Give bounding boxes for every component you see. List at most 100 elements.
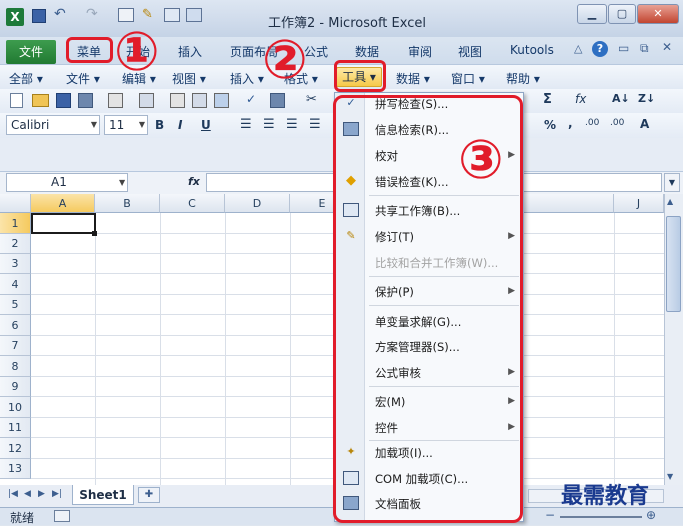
column-header-d[interactable]: D (225, 194, 290, 213)
row-header[interactable]: 5 (0, 295, 31, 315)
help-icon[interactable]: ? (592, 41, 608, 57)
insert-sheet-icon[interactable]: ✚ (138, 487, 160, 503)
spellcheck-icon[interactable]: ✓ (246, 92, 256, 106)
row-header[interactable]: 4 (0, 274, 31, 295)
tab-kutools[interactable]: Kutools (510, 43, 554, 57)
menu-help[interactable]: 帮助 ▾ (506, 70, 540, 87)
annotation-number-2: ② (262, 28, 308, 91)
decrease-decimal-icon[interactable]: .00 (610, 118, 624, 128)
print-icon-2[interactable] (170, 93, 185, 108)
permission-icon[interactable] (78, 93, 93, 108)
autosum-icon[interactable]: Σ (543, 92, 552, 107)
sort-asc-icon[interactable]: A↓ (612, 92, 630, 105)
bold-icon[interactable]: B (155, 118, 164, 132)
row-header[interactable]: 7 (0, 336, 31, 356)
minimize-button[interactable]: ▁ (577, 4, 607, 24)
annotation-box-tools-menu (334, 60, 386, 92)
row-header[interactable]: 13 (0, 459, 31, 479)
menu-file[interactable]: 文件 ▾ (66, 70, 100, 87)
last-sheet-icon[interactable]: ▶| (52, 489, 62, 499)
font-name-value: Calibri (11, 118, 50, 132)
scrollbar-thumb[interactable] (666, 216, 681, 312)
tab-insert[interactable]: 插入 (178, 43, 202, 60)
menu-insert[interactable]: 插入 ▾ (230, 70, 264, 87)
active-cell-a1[interactable] (31, 213, 96, 234)
align-center-icon[interactable]: ☰ (263, 117, 275, 132)
column-header-j[interactable]: J (614, 194, 664, 213)
font-size-increase-icon[interactable]: A (640, 117, 649, 131)
menu-view[interactable]: 视图 ▾ (172, 70, 206, 87)
annotation-number-3: ③ (458, 128, 504, 191)
save-icon[interactable] (56, 93, 71, 108)
name-box[interactable]: A1 ▼ (6, 173, 128, 192)
undo-icon[interactable]: ↶ (54, 6, 66, 22)
align-right-icon[interactable]: ☰ (286, 117, 298, 132)
tab-data[interactable]: 数据 (355, 43, 379, 60)
fx-icon[interactable]: fx (188, 175, 200, 188)
menu-window[interactable]: 窗口 ▾ (451, 70, 485, 87)
underline-icon[interactable]: U (201, 118, 211, 132)
next-sheet-icon[interactable]: ▶ (38, 489, 45, 499)
font-name-select[interactable]: Calibri ▼ (6, 115, 100, 135)
scroll-down-icon[interactable]: ▼ (667, 472, 673, 481)
menu-data[interactable]: 数据 ▾ (396, 70, 430, 87)
row-header[interactable]: 1 (0, 213, 31, 234)
percent-icon[interactable]: % (544, 118, 556, 132)
qat-icon-4[interactable] (186, 8, 202, 22)
qat-icon-3[interactable] (164, 8, 180, 22)
zoom-slider[interactable] (560, 516, 642, 518)
zoom-out-icon[interactable]: − (545, 508, 555, 522)
column-header-a[interactable]: A (31, 194, 95, 213)
first-sheet-icon[interactable]: |◀ (8, 489, 18, 499)
sheet-tab-sheet1[interactable]: Sheet1 (72, 485, 134, 505)
open-icon[interactable] (32, 94, 49, 107)
scroll-up-icon[interactable]: ▲ (667, 197, 673, 206)
row-header[interactable]: 3 (0, 254, 31, 274)
justify-icon[interactable]: ☰ (309, 117, 321, 132)
name-box-value: A1 (51, 175, 67, 189)
row-header[interactable]: 12 (0, 438, 31, 459)
prev-sheet-icon[interactable]: ◀ (24, 489, 31, 499)
function-icon[interactable]: fx (575, 92, 586, 106)
preview-icon-2[interactable] (192, 93, 207, 108)
tab-file[interactable]: 文件 (6, 40, 56, 64)
close-button[interactable]: ✕ (637, 4, 679, 24)
row-header[interactable]: 8 (0, 356, 31, 377)
print-icon[interactable] (108, 93, 123, 108)
redo-icon[interactable]: ↷ (86, 6, 98, 22)
doc-minimize-icon[interactable]: ▭ (618, 41, 629, 55)
doc-close-icon[interactable]: ✕ (662, 40, 672, 54)
research-icon[interactable] (214, 93, 229, 108)
cut-icon[interactable]: ✂ (306, 92, 317, 107)
italic-icon[interactable]: I (178, 118, 182, 132)
chevron-down-icon: ▼ (119, 178, 126, 187)
tab-review[interactable]: 审阅 (408, 43, 432, 60)
save-icon[interactable] (32, 9, 46, 23)
sort-desc-icon[interactable]: Z↓ (638, 92, 655, 105)
fill-handle[interactable] (92, 231, 97, 236)
macro-record-icon[interactable] (54, 510, 70, 522)
print-preview-icon[interactable] (139, 93, 154, 108)
tab-view[interactable]: 视图 (458, 43, 482, 60)
research-icon-2[interactable] (270, 93, 285, 108)
menu-all[interactable]: 全部 ▾ (9, 70, 43, 87)
doc-restore-icon[interactable]: ⧉ (640, 41, 649, 56)
row-header[interactable]: 10 (0, 397, 31, 418)
row-header[interactable]: 9 (0, 377, 31, 397)
column-header-c[interactable]: C (160, 194, 225, 213)
expand-formula-icon[interactable]: ▼ (664, 173, 680, 192)
font-size-select[interactable]: 11 ▼ (104, 115, 148, 135)
column-header-b[interactable]: B (95, 194, 160, 213)
annotation-box-menu-tab (66, 37, 113, 63)
collapse-ribbon-icon[interactable]: △ (574, 42, 582, 55)
maximize-button[interactable]: ▢ (608, 4, 636, 24)
increase-decimal-icon[interactable]: .00 (585, 118, 599, 128)
row-header[interactable]: 2 (0, 234, 31, 254)
row-header[interactable]: 11 (0, 418, 31, 438)
comma-icon[interactable]: , (568, 116, 573, 130)
new-icon[interactable] (10, 93, 23, 108)
select-all-corner[interactable] (0, 194, 31, 213)
row-header[interactable]: 6 (0, 315, 31, 336)
align-left-icon[interactable]: ☰ (240, 117, 252, 132)
zoom-in-icon[interactable]: ⊕ (646, 508, 656, 522)
